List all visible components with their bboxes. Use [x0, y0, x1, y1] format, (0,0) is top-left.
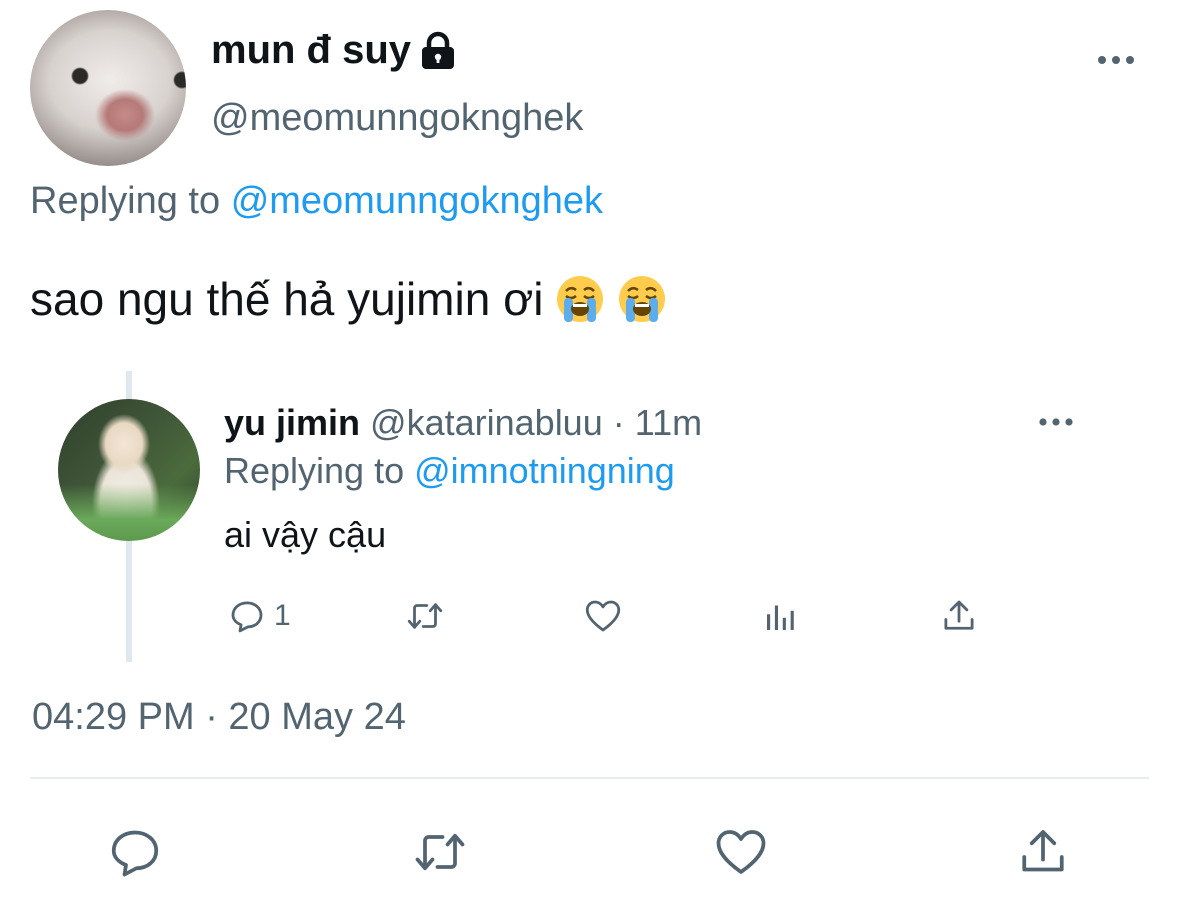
quoted-time: · 11m [612, 402, 703, 443]
replying-to-link[interactable]: @meomunngoknghek [231, 180, 603, 222]
quoted-text: ai vậy cậu [224, 514, 387, 555]
tweet-timestamp[interactable]: 04:29 PM · 20 May 24 [32, 696, 406, 739]
replying-to-prefix: Replying to [30, 180, 221, 222]
quoted-more-options-icon[interactable] [1038, 413, 1074, 431]
lock-icon [422, 31, 455, 69]
loudly-crying-face-icon [557, 276, 604, 322]
author-name-row[interactable]: mun đ suy [211, 28, 457, 73]
retweet-icon [407, 603, 443, 629]
like-button[interactable] [711, 822, 771, 882]
author-avatar[interactable] [30, 10, 186, 166]
quoted-views-button[interactable] [760, 594, 802, 638]
quoted-replying-link[interactable]: @imnotningning [414, 450, 675, 491]
reply-icon [231, 601, 263, 633]
divider [30, 777, 1149, 779]
quoted-handle[interactable]: @katarinabluu [370, 402, 603, 443]
author-handle[interactable]: @meomunngoknghek [211, 97, 583, 140]
share-button[interactable] [1013, 822, 1073, 882]
more-options-icon[interactable] [1096, 50, 1136, 70]
share-icon [944, 600, 974, 630]
retweet-icon [415, 833, 465, 871]
heart-icon [716, 830, 766, 874]
replying-to: Replying to @meomunngoknghek [30, 180, 603, 223]
tweet-text: sao ngu thế hả yujimin ơi [30, 272, 667, 326]
reply-button[interactable] [105, 822, 165, 882]
share-icon [1022, 830, 1064, 872]
analytics-icon [767, 605, 794, 630]
quoted-reply-button[interactable]: 1 [226, 594, 291, 638]
quoted-like-button[interactable] [582, 594, 624, 638]
retweet-button[interactable] [410, 822, 470, 882]
author-display-name[interactable]: mun đ suy [211, 28, 411, 73]
loudly-crying-face-icon [619, 276, 666, 322]
heart-icon [585, 600, 621, 632]
tweet-text-content: sao ngu thế hả yujimin ơi [30, 273, 544, 325]
quoted-replying-prefix: Replying to [224, 450, 405, 491]
quoted-header: yu jimin @katarinabluu · 11m [224, 402, 702, 444]
quoted-reply-count: 1 [274, 599, 291, 632]
quoted-avatar[interactable] [58, 399, 200, 541]
quoted-replying-to: Replying to @imnotningning [224, 450, 675, 492]
reply-icon [111, 830, 159, 877]
quoted-display-name[interactable]: yu jimin [224, 402, 360, 443]
quoted-share-button[interactable] [938, 594, 980, 638]
quoted-retweet-button[interactable] [404, 594, 446, 638]
